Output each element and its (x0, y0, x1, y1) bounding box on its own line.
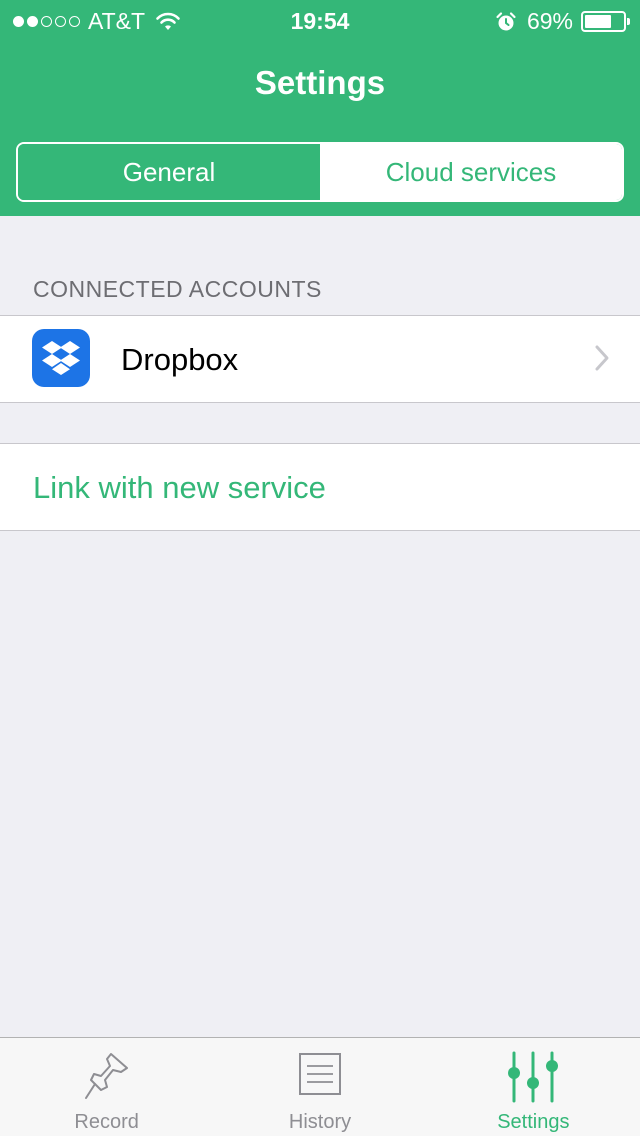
section-header: CONNECTED ACCOUNTS (33, 276, 322, 302)
alarm-clock-icon (496, 11, 516, 30)
screen: AT&T 19:54 69% Settings General Cloud se… (0, 0, 640, 1136)
tab-label-history: History (288, 1111, 352, 1133)
pushpin-icon (84, 1053, 128, 1099)
link-new-service-row[interactable]: Link with new service (0, 443, 640, 531)
tab-settings[interactable]: Settings (427, 1038, 640, 1136)
chevron-right-icon (595, 345, 609, 371)
list-icon (298, 1053, 341, 1095)
tab-history[interactable]: History (213, 1038, 426, 1136)
battery-percent: 69% (526, 8, 573, 34)
page-title: Settings (254, 64, 386, 101)
tab-label-record: Record (74, 1111, 139, 1133)
account-row-dropbox[interactable]: Dropbox (0, 315, 640, 403)
tab-record[interactable]: Record (0, 1038, 213, 1136)
account-name: Dropbox (121, 342, 239, 377)
segment-general[interactable]: General (18, 144, 320, 200)
tab-bar: Record History Settings (0, 1037, 640, 1136)
segment-cloud-services[interactable]: Cloud services (320, 144, 622, 200)
status-bar: AT&T 19:54 69% (0, 0, 640, 40)
sliders-icon (508, 1051, 559, 1103)
battery-fill (585, 15, 611, 28)
segmented-control: General Cloud services (16, 142, 624, 202)
status-right: 69% (495, 8, 630, 35)
battery-icon (581, 11, 630, 32)
link-new-service-button[interactable]: Link with new service (33, 470, 326, 506)
dropbox-icon (32, 329, 90, 387)
tab-label-settings: Settings (497, 1111, 570, 1133)
header: AT&T 19:54 69% Settings General Cloud se… (0, 0, 640, 216)
